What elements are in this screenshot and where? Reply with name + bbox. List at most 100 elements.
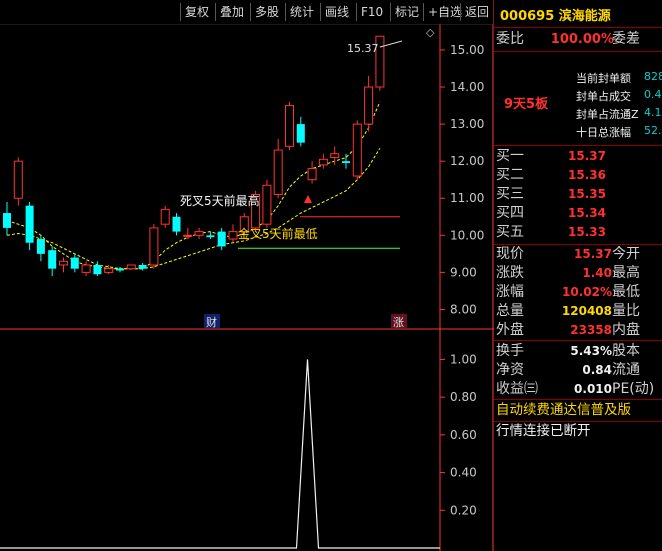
price-marker-label: 15.37 xyxy=(347,42,379,55)
candle-body xyxy=(13,160,23,199)
buy_rows-label: 买三 xyxy=(496,186,524,202)
candle-body xyxy=(36,239,45,254)
buy_rows-label: 买二 xyxy=(496,167,524,183)
seal-value: 0.49 xyxy=(644,88,662,101)
divider xyxy=(494,145,662,146)
ytick-label: 15.00 xyxy=(450,43,484,57)
candle-body xyxy=(126,264,136,270)
quote-rows-item: 涨幅 10.02% 最低 xyxy=(494,283,662,302)
stat_rows-label2: PE(动) xyxy=(612,381,655,397)
sub-ytick-label: 0.40 xyxy=(450,466,477,480)
divider xyxy=(494,399,662,400)
toolbar-button-4[interactable]: 画线 xyxy=(320,3,353,21)
ytick-label: 14.00 xyxy=(450,80,484,94)
stat_rows-label2: 流通 xyxy=(612,362,640,378)
toolbar-button-0[interactable]: 复权 xyxy=(180,3,213,21)
ytick-label: 9.00 xyxy=(450,265,477,279)
stat_rows-label2: 股本 xyxy=(612,343,640,359)
quote_rows-value: 120408 xyxy=(561,304,612,318)
quote_rows-value: 23358 xyxy=(570,323,612,337)
toolbar-button-2[interactable]: 多股 xyxy=(250,3,283,21)
death-cross-annotation: 死叉5天前最高 xyxy=(180,193,260,208)
ytick-label: 12.00 xyxy=(450,154,484,168)
seal-label: 十日总涨幅 xyxy=(576,126,631,139)
quote_rows-value: 10.02% xyxy=(562,285,612,299)
ytick-label: 10.00 xyxy=(450,228,484,242)
quote_rows-label: 总量 xyxy=(496,303,524,319)
quote_rows-value: 15.37 xyxy=(574,247,612,261)
stat_rows-label: 换手 xyxy=(496,343,524,359)
stat-rows-item: 净资 0.84 流通 xyxy=(494,361,662,380)
ma-short-line xyxy=(6,101,381,270)
sub-ytick-label: 0.80 xyxy=(450,390,477,404)
candle-body xyxy=(262,184,272,225)
stat_rows-value: 5.43% xyxy=(570,344,612,358)
weicha-label: 委差 xyxy=(612,31,640,47)
seal-value: 4.1 xyxy=(644,106,662,119)
ytick-label: 11.00 xyxy=(450,191,484,205)
toolbar-button-3[interactable]: 统计 xyxy=(285,3,318,21)
badge-cai-label: 财 xyxy=(206,315,217,329)
quote-rows-item: 外盘 23358 内盘 xyxy=(494,321,662,340)
toolbar-button-5[interactable]: F10 xyxy=(356,3,387,21)
buy-rows-item: 买二 15.36 xyxy=(494,166,662,185)
divider xyxy=(494,27,662,28)
stat_rows-value: 0.84 xyxy=(582,363,612,377)
candle-body xyxy=(25,205,34,243)
ytick-label: 13.00 xyxy=(450,117,484,131)
candle-body xyxy=(116,268,124,271)
stat-rows-item: 收益㈢ 0.010 PE(动) xyxy=(494,380,662,399)
candle-body xyxy=(352,123,362,177)
ytick-label: 8.00 xyxy=(450,302,477,316)
weibi-row: 委比 100.00% 委差 xyxy=(494,30,662,49)
buy-rows-item: 买三 15.35 xyxy=(494,185,662,204)
quote_rows-label2: 内盘 xyxy=(612,322,640,338)
weibi-value: 100.00% xyxy=(550,32,614,47)
golden-cross-annotation: 金叉5天前最低 xyxy=(238,226,318,241)
stock-title: 000695 滨海能源 xyxy=(500,9,611,24)
toolbar-button-1[interactable]: 叠加 xyxy=(215,3,248,21)
candle-body xyxy=(206,235,215,238)
candle-body xyxy=(342,161,350,164)
buy_rows-label: 买一 xyxy=(496,148,524,164)
diamond-icon: ◇ xyxy=(426,26,435,39)
quote_rows-label: 现价 xyxy=(496,246,524,262)
candle-body xyxy=(48,250,57,269)
renew-notice[interactable]: 自动续费通达信普及版 xyxy=(496,401,662,420)
candle-body xyxy=(70,257,79,269)
candle-body xyxy=(138,264,147,269)
quote_rows-label: 涨幅 xyxy=(496,284,524,300)
candle-body xyxy=(172,216,181,232)
quote_rows-value: 1.40 xyxy=(582,266,612,280)
quote_rows-label2: 最高 xyxy=(612,265,640,281)
seal-value: 52.9 xyxy=(644,124,662,137)
quote-rows-item: 总量 120408 量比 xyxy=(494,302,662,321)
ma-long-line xyxy=(6,147,381,270)
candle-body xyxy=(285,105,294,147)
sub-ytick-label: 0.60 xyxy=(450,428,477,442)
seal-label: 封单占流通Z xyxy=(576,108,639,121)
candle-body xyxy=(296,124,305,143)
divider xyxy=(494,340,662,341)
candle-body xyxy=(59,260,68,266)
toolbar-button-8[interactable]: 返回 xyxy=(460,3,493,21)
arrow-up-icon xyxy=(304,195,312,203)
kline-chart[interactable]: 15.00 14.00 13.00 12.00 11.00 10.00 9.00 8.00 15… xyxy=(0,0,494,551)
badge-zhang-label: 涨 xyxy=(393,316,404,329)
candle-body xyxy=(160,208,170,225)
candle-body xyxy=(364,86,374,125)
quote-rows-item: 涨跌 1.40 最高 xyxy=(494,264,662,283)
toolbar-button-6[interactable]: 标记 xyxy=(390,3,423,21)
seal-value: 828 xyxy=(644,70,662,83)
buy-rows-item: 买五 15.33 xyxy=(494,223,662,242)
buy_rows-value: 15.36 xyxy=(568,168,606,182)
sub-ytick-label: 0.20 xyxy=(450,503,477,517)
connection-status: 行情连接已断开 xyxy=(496,423,591,439)
buy-rows-item: 买四 15.34 xyxy=(494,204,662,223)
candle-body xyxy=(104,268,114,273)
quote-rows-item: 现价 15.37 今开 xyxy=(494,245,662,264)
buy_rows-value: 15.37 xyxy=(568,149,606,163)
quote_rows-label2: 最低 xyxy=(612,284,640,300)
candle-body xyxy=(149,227,159,266)
candle-body xyxy=(273,149,283,196)
